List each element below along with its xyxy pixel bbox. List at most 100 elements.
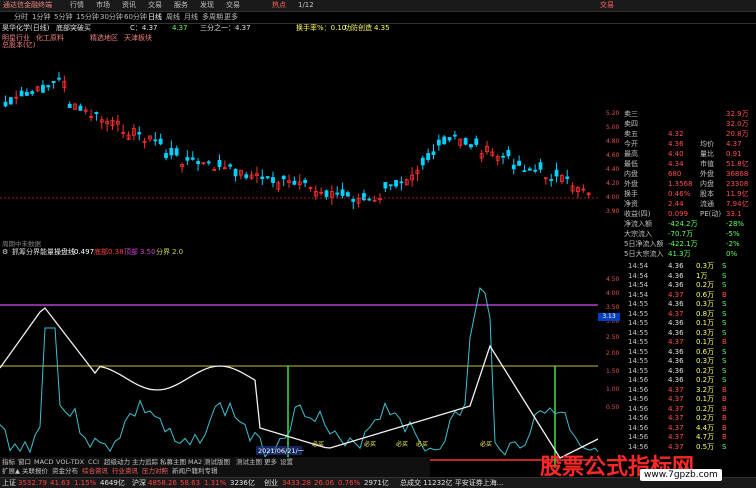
candle (169, 147, 174, 156)
tick-list[interactable]: 14:54 4.36 0.3万 S 14:54 4.36 1万 S 14:54 4.36 0.2万 S… (622, 262, 756, 457)
tab-item[interactable]: 资金分布 (52, 467, 78, 475)
candle (174, 148, 179, 156)
tick-side: S (722, 347, 727, 356)
quote-value2: 11.9亿 (726, 190, 749, 198)
menu-item[interactable]: 服务 (174, 1, 188, 10)
quote-value: 1.3568 (668, 180, 693, 188)
tab-item[interactable]: 新闻户籍利专辑 (172, 467, 218, 475)
quote-key2: PE(动) (700, 210, 722, 218)
quote-key: 换手 (624, 190, 638, 198)
tab-item[interactable]: 超级动力 (104, 458, 130, 466)
tick-qty: 0.1万 (696, 338, 715, 346)
quote-key: 最高 (624, 150, 638, 158)
tick-qty: 4.4万 (696, 423, 715, 432)
indicator-title[interactable]: 抓筹分界能量 (12, 248, 54, 257)
candlestick-chart[interactable] (0, 46, 598, 246)
tick-price: 4.36 (668, 328, 684, 337)
period-tab[interactable]: 周线 (166, 13, 180, 22)
quote-value: -70.7万 (668, 230, 694, 238)
candle (527, 168, 532, 171)
quote-row: 大宗流入 -70.7万 -5% (622, 230, 756, 239)
tab-item[interactable]: 压力对照 (142, 467, 168, 475)
tick-price: 4.36 (668, 281, 684, 289)
candle (399, 181, 404, 184)
quote-key: 今开 (624, 140, 638, 148)
candle (442, 136, 447, 145)
quote-value2: -5% (726, 230, 740, 238)
tick-time: 14:55 (628, 357, 649, 365)
tab-item[interactable]: VOL-TDX (56, 458, 84, 466)
tick-time: 14:56 (628, 385, 649, 394)
tab-item[interactable]: 综合资讯 (82, 467, 108, 475)
tab-item[interactable]: 窗口 (18, 458, 31, 466)
period-tab[interactable]: 月线 (184, 13, 198, 22)
tab-item[interactable]: MACD (34, 458, 53, 466)
tab-item[interactable]: 设置 (280, 458, 293, 466)
tab-item[interactable]: 私募主图 (160, 458, 186, 466)
tab-item[interactable]: 更多 (264, 458, 277, 466)
menu-item[interactable]: 市场 (96, 1, 110, 10)
candle (351, 198, 356, 202)
tick-time: 14:56 (628, 414, 649, 422)
period-tab[interactable]: 60分钟 (124, 13, 147, 22)
period-tab[interactable]: 多周期 (202, 13, 223, 22)
quote-row: 5日大宗流入 41.3万 0% (622, 250, 756, 259)
tab-item[interactable]: 扩展▲ (2, 467, 20, 475)
quote-value2: 51.8亿 (726, 160, 749, 168)
quote-value2: 20.8万 (726, 130, 749, 138)
menu-item[interactable]: 交易 (148, 1, 162, 10)
tab-item[interactable]: 关联报价 (22, 467, 48, 475)
quote-value: 4.34 (668, 160, 684, 168)
tick-side: B (722, 395, 727, 403)
tick-row: 14:56 4.36 0.2万 S (622, 376, 756, 385)
candle (185, 157, 190, 161)
date-label: 2021/06/21/一 (258, 447, 305, 455)
quote-row: 5日净流入额 -422.1万 -2% (622, 240, 756, 249)
menu-item[interactable]: 热点 (272, 1, 286, 10)
period-tab[interactable]: 30分钟 (100, 13, 123, 22)
candle (196, 161, 201, 165)
menu-item[interactable]: 发现 (200, 1, 214, 10)
menu-item[interactable]: 资讯 (122, 1, 136, 10)
tick-qty: 0.5万 (696, 442, 715, 451)
quote-value2: 36868 (726, 170, 749, 178)
candle (474, 138, 479, 145)
tick-row: 14:54 4.36 0.2万 S (622, 281, 756, 290)
candle (340, 189, 345, 196)
gear-icon[interactable]: ⚙ (2, 248, 8, 257)
tab-item[interactable]: 行业资讯 (112, 467, 138, 475)
candle (324, 190, 329, 197)
tab-item[interactable]: 主力追踪 (132, 458, 158, 466)
quote-panel: 卖三 32.9万 卖四 32.0万 卖五 4.32 20.8万 今开 4.36 均价 4.37 最高 4… (622, 110, 756, 262)
tick-row: 14:56 4.37 0.1万 B (622, 395, 756, 404)
tab-item[interactable]: 测试主图 (236, 458, 262, 466)
signal-label: 底部突破买 (56, 24, 91, 32)
tick-price: 4.36 (668, 357, 684, 365)
tick-side: S (722, 309, 727, 318)
tick-side: S (722, 442, 727, 451)
period-tab[interactable]: 日线 (148, 13, 162, 22)
period-tab[interactable]: 15分钟 (76, 13, 99, 22)
quote-key: 净流入额 (624, 220, 652, 228)
quote-value2: 23308 (726, 180, 749, 188)
tab-item[interactable]: CCI (88, 458, 99, 466)
period-tab[interactable]: 更多 (224, 13, 238, 22)
tab-item[interactable]: 测试版图 (204, 458, 230, 466)
indicator-chart[interactable]: 2021/06/21/一必买 必买 必买 必买 必买 (0, 258, 598, 468)
menu-item[interactable]: 交易 (226, 1, 240, 10)
tab-item[interactable]: 指标 (2, 458, 15, 466)
quote-value: 4.32 (668, 130, 684, 138)
period-tab[interactable]: 1分钟 (32, 13, 50, 22)
quote-key2: 外盘 (700, 170, 714, 178)
tick-row: 14:55 4.36 0.6万 S (622, 348, 756, 357)
period-tab[interactable]: 分时 (14, 13, 28, 22)
tick-row: 14:54 4.36 1万 S (622, 272, 756, 281)
tick-price: 4.37 (668, 414, 684, 422)
menu-item[interactable]: 行情 (70, 1, 84, 10)
tick-side: S (722, 357, 727, 365)
candle (554, 169, 559, 177)
tab-item[interactable]: MA2 (188, 458, 202, 466)
trade-button[interactable]: 交易 (600, 1, 614, 10)
period-tab[interactable]: 5分钟 (54, 13, 72, 22)
tick-time: 14:56 (628, 423, 649, 432)
